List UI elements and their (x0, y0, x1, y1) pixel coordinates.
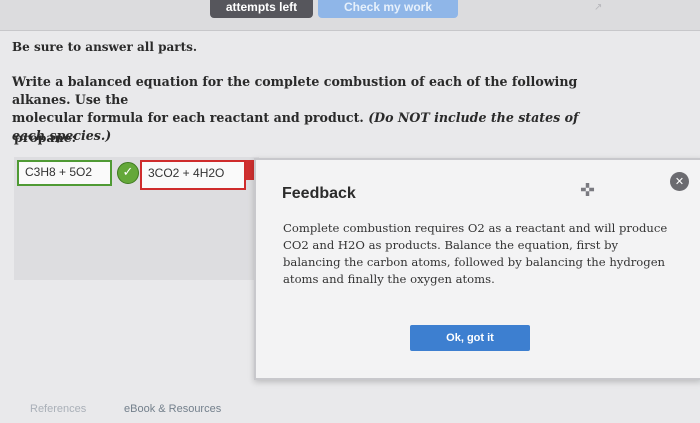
header-divider (0, 30, 700, 31)
references-link[interactable]: References (30, 403, 86, 415)
drag-handle-icon[interactable]: ✜ (580, 180, 595, 201)
top-toolbar: attempts left Check my work ↗ (0, 0, 700, 30)
check-my-work-button[interactable]: Check my work (318, 0, 458, 18)
question-text: Write a balanced equation for the comple… (12, 73, 612, 145)
part-label: propane: (14, 130, 77, 145)
ebook-resources-link[interactable]: eBook & Resources (124, 403, 221, 415)
attempts-left-button[interactable]: attempts left (210, 0, 313, 18)
instructions-text: Be sure to answer all parts. (12, 40, 198, 54)
reactants-input[interactable]: C3H8 + 5O2 (17, 160, 112, 186)
feedback-title: Feedback (282, 185, 356, 202)
question-line-2: molecular formula for each reactant and … (12, 110, 364, 125)
checkmark-icon: ✓ (117, 162, 139, 184)
feedback-body: Complete combustion requires O2 as a rea… (283, 221, 668, 286)
question-line-1: Write a balanced equation for the comple… (12, 74, 578, 107)
popup-pointer (246, 160, 254, 180)
products-input[interactable]: 3CO2 + 4H2O (140, 160, 246, 190)
ok-got-it-button[interactable]: Ok, got it (410, 325, 530, 351)
expand-icon: ↗ (594, 2, 603, 13)
close-icon[interactable]: ✕ (670, 172, 689, 191)
